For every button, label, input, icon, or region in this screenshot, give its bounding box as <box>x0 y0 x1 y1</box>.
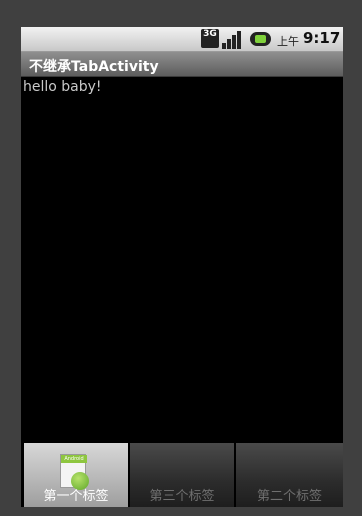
page-title: 不继承TabActivity <box>29 59 159 75</box>
tab-second[interactable]: 第二个标签 <box>236 443 343 507</box>
signal-bars-icon <box>222 30 244 49</box>
tab-third[interactable]: 第三个标签 <box>130 443 234 507</box>
phone-screen: 3G 上午 9:17 不继承TabActivity hello baby! An… <box>21 27 343 507</box>
network-3g-icon: 3G <box>201 29 219 48</box>
tab-bar: Android 第一个标签 第三个标签 第二个标签 <box>21 443 343 507</box>
tab-second-label: 第二个标签 <box>256 489 322 504</box>
content-text: hello baby! <box>23 79 102 95</box>
tab-first[interactable]: Android 第一个标签 <box>24 443 128 507</box>
title-bar: 不继承TabActivity <box>21 52 343 77</box>
battery-charging-icon <box>250 32 271 46</box>
status-time: 9:17 <box>303 29 341 47</box>
tab-third-label: 第三个标签 <box>149 489 215 504</box>
tab-first-label: 第一个标签 <box>43 489 109 504</box>
status-ampm: 上午 <box>277 35 299 48</box>
emulator-frame: 3G 上午 9:17 不继承TabActivity hello baby! An… <box>0 0 362 516</box>
status-bar: 3G 上午 9:17 <box>21 27 343 52</box>
